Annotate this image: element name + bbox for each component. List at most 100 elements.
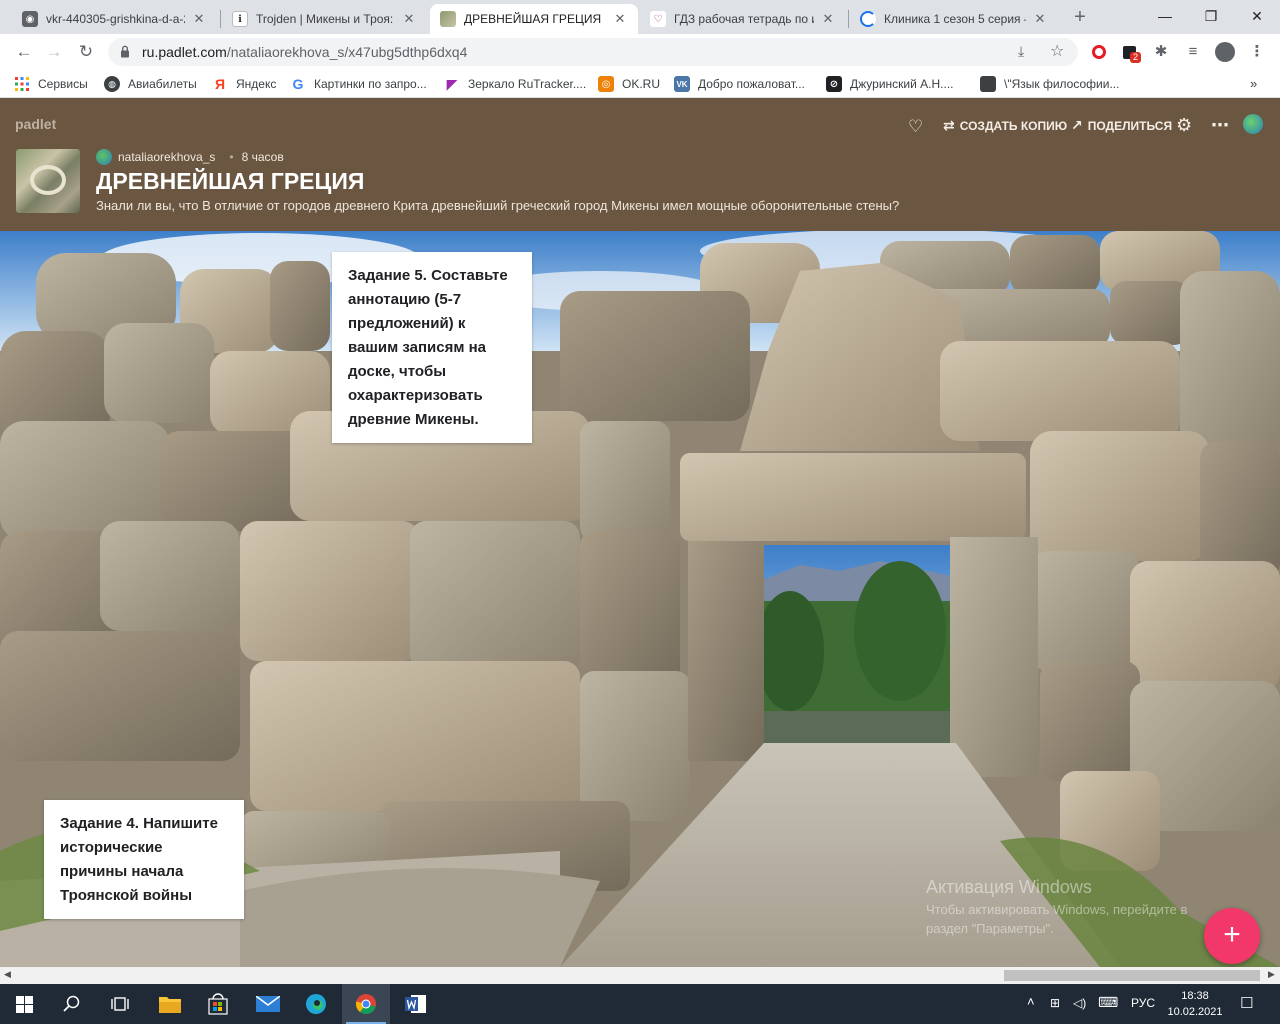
system-clock[interactable]: 18:38 10.02.2021 (1166, 988, 1224, 1020)
tab-title: vkr-440305-grishkina-d-a-2 (46, 12, 185, 26)
bookmark-yazyk-filosofii[interactable]: \"Язык философии... (980, 76, 1119, 92)
notifications-icon[interactable]: ☐ (1240, 994, 1253, 1012)
task-view-icon (111, 997, 129, 1011)
bookmark-label: Джуринский А.Н.... (850, 77, 954, 91)
extension-badge: 2 (1130, 52, 1142, 63)
restore-button[interactable]: ❐ (1188, 0, 1234, 34)
scroll-left-arrow-icon[interactable]: ◀ (4, 969, 11, 980)
post-card-task-5[interactable]: Задание 5. Составьте аннотацию (5-7 пред… (332, 252, 532, 443)
like-button[interactable]: ♡ (908, 117, 928, 137)
remix-button[interactable]: ⇄ СОЗДАТЬ КОПИЮ (943, 117, 1067, 134)
start-button[interactable] (0, 984, 48, 1024)
taskbar-word[interactable] (392, 984, 440, 1024)
menu-kebab-icon[interactable]: ⋮ (1246, 41, 1268, 63)
bookmark-rutracker[interactable]: ◤ Зеркало RuTracker.... (444, 75, 587, 92)
document-icon: ◉ (22, 11, 38, 27)
reload-button[interactable]: ↻ (74, 40, 98, 64)
bookmark-label: OK.RU (622, 77, 661, 91)
taskbar-file-explorer[interactable] (146, 984, 194, 1024)
bookmark-ok-ru[interactable]: ◎ OK.RU (598, 76, 660, 92)
rutracker-icon: ◤ (446, 75, 458, 92)
browser-tab-2[interactable]: ℹ Trojden | Микены и Троя: Б ✕ (222, 4, 427, 34)
bookmark-google-images[interactable]: G Картинки по запро... (290, 76, 427, 92)
close-icon[interactable]: ✕ (401, 11, 417, 27)
bookmark-icon: ⊘ (826, 76, 842, 92)
bookmark-vk[interactable]: VK Добро пожаловат... (674, 76, 805, 92)
grave-circle-icon (30, 165, 66, 195)
search-button[interactable] (48, 984, 96, 1024)
close-icon[interactable]: ✕ (1032, 11, 1048, 27)
horizontal-scrollbar[interactable]: ◀ ▶ (0, 967, 1280, 984)
bookmark-star-icon[interactable]: ☆ (1050, 41, 1064, 61)
new-tab-button[interactable]: + (1068, 6, 1092, 30)
minimize-button[interactable]: — (1142, 0, 1188, 34)
address-bar[interactable]: ru.padlet.com/nataliaorekhova_s/x47ubg5d… (108, 38, 1078, 66)
extensions-puzzle-icon[interactable]: ✱ (1150, 41, 1172, 63)
padlet-description: Знали ли вы, что В отличие от городов др… (96, 198, 900, 213)
windows-activation-text: Чтобы активировать Windows, перейдите в (926, 902, 1188, 917)
browser-tab-5[interactable]: Клиника 1 сезон 5 серия – ✕ (850, 4, 1058, 34)
back-button[interactable]: ← (12, 40, 36, 64)
scrollbar-thumb[interactable] (1004, 970, 1260, 981)
google-icon: G (292, 76, 304, 92)
page-title: ДРЕВНЕЙШАЯ ГРЕЦИЯ (96, 168, 365, 194)
taskbar-mail[interactable] (244, 984, 292, 1024)
settings-button[interactable]: ⚙ (1176, 115, 1197, 136)
apps-grid-icon (14, 76, 30, 92)
globe-icon: ◍ (104, 76, 120, 92)
language-indicator[interactable]: РУС (1131, 996, 1155, 1010)
bookmark-dzhurinsky[interactable]: ⊘ Джуринский А.Н.... (826, 76, 954, 92)
padlet-header: padlet ♡ ⇄ СОЗДАТЬ КОПИЮ ↗ ПОДЕЛИТЬСЯ ⚙ … (0, 98, 1280, 231)
bookmarks-overflow-button[interactable]: » (1250, 76, 1257, 91)
post-card-task-4[interactable]: Задание 4. Напишите исторические причины… (44, 800, 244, 919)
trojden-icon: ℹ (232, 11, 248, 27)
more-menu-button[interactable]: ⋯ (1211, 115, 1234, 136)
close-icon[interactable]: ✕ (820, 11, 836, 27)
close-icon[interactable]: ✕ (191, 11, 207, 27)
padlet-thumbnail (16, 149, 80, 213)
clock-date: 10.02.2021 (1167, 1006, 1223, 1018)
author-name[interactable]: nataliaorekhova_s (118, 150, 215, 164)
share-arrow-icon: ↗ (1071, 117, 1083, 133)
add-post-button[interactable]: + (1204, 908, 1260, 964)
task-view-button[interactable] (96, 984, 144, 1024)
opera-extension-icon[interactable] (1088, 41, 1110, 63)
install-app-icon[interactable]: ⤓ (1018, 43, 1024, 60)
taskbar-chrome[interactable] (342, 984, 390, 1024)
bookmark-aviabilety[interactable]: ◍ Авиабилеты (104, 76, 197, 92)
network-icon[interactable]: ⊞ (1050, 996, 1060, 1010)
chevron-double-right-icon: » (1250, 76, 1258, 91)
user-avatar[interactable] (1243, 114, 1263, 134)
separator-dot: • (229, 150, 234, 164)
padlet-thumbnail-icon (440, 11, 456, 27)
search-icon (63, 995, 80, 1012)
padlet-logo[interactable]: padlet (15, 116, 56, 132)
heart-icon: ♡ (908, 117, 924, 136)
post-text: Задание 5. Составьте аннотацию (5-7 пред… (348, 267, 508, 428)
volume-icon[interactable]: ◁) (1073, 996, 1086, 1010)
browser-tab-4[interactable]: ♡ ГДЗ рабочая тетрадь по и ✕ (640, 4, 846, 34)
remix-arrows-icon: ⇄ (943, 117, 955, 133)
forward-button[interactable]: → (42, 40, 66, 64)
extension-icon[interactable]: 2 (1118, 41, 1142, 63)
gear-icon: ⚙ (1176, 115, 1193, 135)
scroll-right-arrow-icon[interactable]: ▶ (1268, 969, 1275, 980)
close-window-button[interactable]: ✕ (1234, 0, 1280, 34)
bookmark-yandex[interactable]: Я Яндекс (212, 76, 276, 92)
browser-toolbar: ← → ↻ ru.padlet.com/nataliaorekhova_s/x4… (0, 34, 1280, 70)
browser-tab-3-active[interactable]: ДРЕВНЕЙШАЯ ГРЕЦИЯ ✕ (430, 4, 638, 34)
media-control-icon[interactable]: ≡ (1182, 41, 1204, 63)
close-icon[interactable]: ✕ (612, 11, 628, 27)
tray-chevron-up-icon[interactable]: ˄ (1027, 994, 1035, 1009)
bookmark-label: Картинки по запро... (314, 77, 427, 91)
padlet-wallpaper: Задание 5. Составьте аннотацию (5-7 пред… (0, 231, 1280, 967)
share-button[interactable]: ↗ ПОДЕЛИТЬСЯ (1071, 117, 1172, 134)
taskbar-store[interactable] (194, 984, 242, 1024)
browser-tab-1[interactable]: ◉ vkr-440305-grishkina-d-a-2 ✕ (12, 4, 217, 34)
keyboard-icon[interactable]: ⌨ (1098, 994, 1118, 1011)
time-ago: 8 часов (241, 150, 284, 164)
mail-envelope-icon (256, 996, 280, 1012)
taskbar-edge[interactable] (292, 984, 340, 1024)
bookmark-services[interactable]: Сервисы (14, 76, 88, 92)
profile-avatar-icon[interactable] (1214, 41, 1236, 63)
